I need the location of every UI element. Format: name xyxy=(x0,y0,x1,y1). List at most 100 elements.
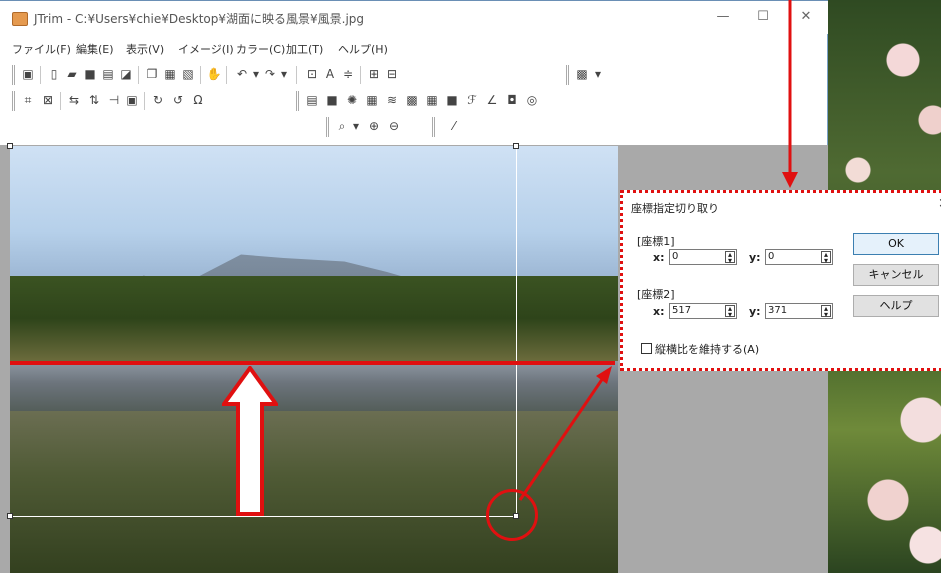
hand-icon[interactable]: ✋ xyxy=(206,66,222,82)
toolbar-file: ▣ ▯ ▰ ■ ▤ ◪ ❐ ▦ ▧ ✋ ↶ ▾ ↷ ▾ ⊡ A ≑ ⊞ ⊟ ▩ … xyxy=(0,64,828,86)
redo-dropdown-icon[interactable]: ▾ xyxy=(276,66,292,82)
text-icon[interactable]: A xyxy=(322,66,338,82)
grayscale-icon[interactable]: ▤ xyxy=(304,92,320,108)
coord1-label: [座標1] xyxy=(637,235,675,248)
display-mode-dropdown-icon[interactable]: ▾ xyxy=(590,66,606,82)
fill-icon[interactable]: ■ xyxy=(444,92,460,108)
flip-horizontal-icon[interactable]: ⇆ xyxy=(66,92,82,108)
pattern-icon[interactable]: ▦ xyxy=(424,92,440,108)
spiral-icon[interactable]: ◎ xyxy=(524,92,540,108)
coord1-x-label: x: xyxy=(653,251,665,264)
title-bar[interactable]: JTrim - C:¥Users¥chie¥Desktop¥湖面に映る風景¥風景… xyxy=(0,0,828,34)
menu-image[interactable]: イメージ(I) xyxy=(178,41,234,57)
zoom-dropdown-icon[interactable]: ▾ xyxy=(348,118,364,134)
coord2-y-spin-icon[interactable]: ▴ ▾ xyxy=(821,305,831,319)
toolbar-view: ⌕ ▾ ⊕ ⊖ ⁄ xyxy=(0,116,828,138)
menu-process[interactable]: 加工(T) xyxy=(286,41,323,57)
toolbar-separator xyxy=(296,66,297,84)
coord1-x-spin-icon[interactable]: ▴ ▾ xyxy=(725,251,735,265)
toolbar-separator xyxy=(40,66,41,84)
canvas-icon[interactable]: ▣ xyxy=(124,92,140,108)
keep-aspect-label[interactable]: 縦横比を維持する(A) xyxy=(655,341,759,357)
toolbar-grip[interactable] xyxy=(296,91,299,111)
resize-icon[interactable]: ⊡ xyxy=(304,66,320,82)
menu-file[interactable]: ファイル(F) xyxy=(12,41,71,57)
window-title: JTrim - C:¥Users¥chie¥Desktop¥湖面に映る風景¥風景… xyxy=(34,12,365,26)
annotation-up-arrow-icon xyxy=(222,366,278,516)
coord1-y-label: y: xyxy=(749,251,761,264)
coord2-y-value: 371 xyxy=(768,305,788,316)
toolbar-grip[interactable] xyxy=(432,117,435,137)
menu-help[interactable]: ヘルプ(H) xyxy=(338,41,388,57)
help-button[interactable]: ヘルプ xyxy=(853,295,939,317)
selection-handle-top-right[interactable] xyxy=(513,143,519,149)
minimize-button[interactable]: — xyxy=(712,8,734,26)
rotate-free-icon[interactable]: Ω xyxy=(190,92,206,108)
coord2-x-value: 517 xyxy=(672,305,692,316)
ok-button[interactable]: OK xyxy=(853,233,939,255)
paste-icon[interactable]: ▦ xyxy=(162,66,178,82)
coord2-label: [座標2] xyxy=(637,288,675,301)
coord2-x-spin-icon[interactable]: ▴ ▾ xyxy=(725,305,735,319)
toolbar-separator xyxy=(138,66,139,84)
noise-icon[interactable]: ▦ xyxy=(364,92,380,108)
zoom-in-icon[interactable]: ⊕ xyxy=(366,118,382,134)
toolbar-edit: ⌗ ⊠ ⇆ ⇅ ⊣ ▣ ↻ ↺ Ω ▤ ■ ✺ ▦ ≋ ▩ ▦ ■ ℱ ∠ ◘ … xyxy=(0,90,828,112)
menu-view[interactable]: 表示(V) xyxy=(126,41,164,57)
coordinate-crop-dialog: 座標指定切り取り × [座標1] x: 0 ▴▾ y: 0 ▴▾ [座標2] x… xyxy=(620,190,941,371)
menu-edit[interactable]: 編集(E) xyxy=(76,41,114,57)
crop-icon[interactable]: ⌗ xyxy=(20,92,36,108)
contrast-icon[interactable]: ■ xyxy=(324,92,340,108)
new-window-icon[interactable]: ▣ xyxy=(20,66,36,82)
grid-icon[interactable]: ⊞ xyxy=(366,66,382,82)
keep-aspect-checkbox[interactable] xyxy=(641,343,652,354)
toolbar-grip[interactable] xyxy=(326,117,329,137)
wave-icon[interactable]: ≋ xyxy=(384,92,400,108)
rotate-90-icon[interactable]: ↻ xyxy=(150,92,166,108)
coord2-y-input[interactable]: 371 ▴ ▾ xyxy=(765,303,833,319)
menu-color[interactable]: カラー(C) xyxy=(236,41,285,57)
maximize-button[interactable]: ☐ xyxy=(752,8,774,26)
display-mode-icon[interactable]: ▩ xyxy=(574,66,590,82)
rotate-left-icon[interactable]: ↺ xyxy=(170,92,186,108)
mosaic-icon[interactable]: ▩ xyxy=(404,92,420,108)
eyedropper-icon[interactable]: ⁄ xyxy=(446,118,462,134)
coord1-y-input[interactable]: 0 ▴ ▾ xyxy=(765,249,833,265)
crop-coord-icon[interactable]: ⊠ xyxy=(40,92,56,108)
print-icon[interactable]: ▤ xyxy=(100,66,116,82)
bucket-icon[interactable]: ◘ xyxy=(504,92,520,108)
new-file-icon[interactable]: ▯ xyxy=(46,66,62,82)
frame-icon[interactable]: ⊟ xyxy=(384,66,400,82)
annotation-down-arrow-icon xyxy=(782,0,798,188)
open-folder-icon[interactable]: ▰ xyxy=(64,66,80,82)
toolbar-separator xyxy=(226,66,227,84)
selection-handle-bottom-left[interactable] xyxy=(7,513,13,519)
coord2-y-label: y: xyxy=(749,305,761,318)
brightness-icon[interactable]: ✺ xyxy=(344,92,360,108)
mirror-icon[interactable]: ⊣ xyxy=(106,92,122,108)
toolbar-separator xyxy=(360,66,361,84)
print-preview-icon[interactable]: ◪ xyxy=(118,66,134,82)
coord1-y-spin-icon[interactable]: ▴ ▾ xyxy=(821,251,831,265)
align-icon[interactable]: ≑ xyxy=(340,66,356,82)
coord2-x-input[interactable]: 517 ▴ ▾ xyxy=(669,303,737,319)
menu-bar: ファイル(F) 編集(E) 表示(V) イメージ(I) カラー(C) 加工(T)… xyxy=(0,38,828,58)
zoom-out-icon[interactable]: ⊖ xyxy=(386,118,402,134)
toolbar-grip[interactable] xyxy=(566,65,569,85)
frame-effect-icon[interactable]: ℱ xyxy=(464,92,480,108)
paste-new-icon[interactable]: ▧ xyxy=(180,66,196,82)
toolbar-grip[interactable] xyxy=(12,91,15,111)
copy-icon[interactable]: ❐ xyxy=(144,66,160,82)
coord1-x-input[interactable]: 0 ▴ ▾ xyxy=(669,249,737,265)
selection-handle-top-left[interactable] xyxy=(7,143,13,149)
cancel-button[interactable]: キャンセル xyxy=(853,264,939,286)
toolbar-separator xyxy=(60,92,61,110)
toolbar-separator xyxy=(144,92,145,110)
toolbar-grip[interactable] xyxy=(12,65,15,85)
toolbar-separator xyxy=(200,66,201,84)
coord1-x-value: 0 xyxy=(672,251,679,262)
flip-vertical-icon[interactable]: ⇅ xyxy=(86,92,102,108)
line-icon[interactable]: ∠ xyxy=(484,92,500,108)
coord1-y-value: 0 xyxy=(768,251,775,262)
save-icon[interactable]: ■ xyxy=(82,66,98,82)
